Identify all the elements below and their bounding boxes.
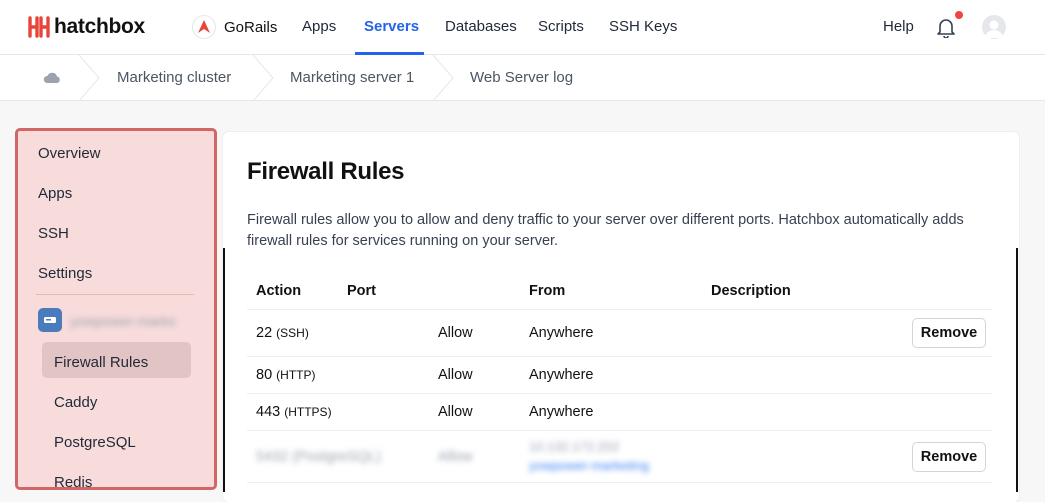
- nav-databases[interactable]: Databases: [445, 0, 517, 55]
- nav-ssh-keys[interactable]: SSH Keys: [609, 0, 677, 55]
- row-divider: [247, 393, 992, 394]
- sidebar-item-overview[interactable]: Overview: [38, 145, 101, 162]
- gorails-logo-icon: [192, 15, 216, 39]
- column-header-port: Port: [347, 283, 376, 299]
- page-description: Firewall rules allow you to allow and de…: [247, 212, 964, 249]
- rule-from-link[interactable]: yowpower-marketing: [529, 458, 649, 473]
- sidebar-item-ssh[interactable]: SSH: [38, 225, 69, 242]
- card-edge: [223, 248, 225, 492]
- card-edge: [1016, 248, 1018, 492]
- sidebar-item-redis[interactable]: Redis: [54, 474, 92, 487]
- sidebar-item-apps[interactable]: Apps: [38, 185, 72, 202]
- nav-servers[interactable]: Servers: [355, 0, 424, 55]
- breadcrumb-separator-icon: [432, 55, 454, 101]
- row-divider: [247, 309, 992, 310]
- sidebar-divider: [36, 294, 194, 295]
- rule-from: Anywhere: [529, 367, 594, 383]
- firewall-card: [223, 132, 1019, 502]
- rule-action: Allow: [438, 449, 473, 465]
- column-header-from: From: [529, 283, 566, 299]
- breadcrumb: Marketing cluster Marketing server 1 Web…: [0, 55, 1045, 101]
- brand-name: hatchbox: [54, 15, 145, 38]
- sidebar-item-settings[interactable]: Settings: [38, 265, 92, 282]
- sidebar: Overview Apps SSH Settings yowpower-mark…: [15, 128, 217, 490]
- column-header-action: Action: [256, 283, 302, 299]
- column-header-description: Description: [711, 283, 791, 299]
- avatar[interactable]: [982, 15, 1006, 39]
- user-icon: [985, 20, 1003, 38]
- cloud-icon[interactable]: [42, 69, 62, 87]
- remove-rule-button[interactable]: Remove: [912, 442, 986, 472]
- rule-port: 80 (HTTP): [256, 367, 316, 383]
- rule-port: 22 (SSH): [256, 325, 309, 341]
- rule-from: 10.132.172.202: [529, 439, 620, 454]
- top-nav: hatchbox GoRails Apps Servers Databases …: [0, 0, 1045, 55]
- server-name[interactable]: yowpower-marks: [70, 313, 176, 329]
- row-divider: [247, 482, 992, 483]
- remove-rule-button[interactable]: Remove: [912, 318, 986, 348]
- breadcrumb-separator-icon: [78, 55, 100, 101]
- page-title: Firewall Rules: [247, 158, 405, 185]
- sidebar-item-postgresql[interactable]: PostgreSQL: [54, 434, 136, 451]
- nav-scripts[interactable]: Scripts: [538, 0, 584, 55]
- rule-from: Anywhere: [529, 404, 594, 420]
- sidebar-item-firewall-rules[interactable]: Firewall Rules: [54, 354, 148, 371]
- team-name: GoRails: [224, 18, 278, 36]
- notification-dot: [955, 11, 963, 19]
- rule-action: Allow: [438, 404, 473, 420]
- help-link[interactable]: Help: [883, 0, 914, 54]
- hatchbox-logo-icon: [28, 16, 50, 38]
- breadcrumb-separator-icon: [252, 55, 274, 101]
- team-switcher[interactable]: GoRails: [192, 15, 277, 39]
- rule-port: 443 (HTTPS): [256, 404, 332, 420]
- rule-action: Allow: [438, 325, 473, 341]
- breadcrumb-server[interactable]: Marketing server 1: [290, 55, 414, 101]
- rule-from: Anywhere: [529, 325, 594, 341]
- bell-icon[interactable]: [935, 16, 957, 38]
- row-divider: [247, 430, 992, 431]
- breadcrumb-current[interactable]: Web Server log: [470, 55, 573, 101]
- breadcrumb-cluster[interactable]: Marketing cluster: [117, 55, 231, 101]
- row-divider: [247, 356, 992, 357]
- sidebar-item-caddy[interactable]: Caddy: [54, 394, 97, 411]
- nav-apps[interactable]: Apps: [302, 0, 336, 55]
- server-icon: [38, 308, 62, 332]
- rule-action: Allow: [438, 367, 473, 383]
- rule-port: 5432 (PostgreSQL): [256, 449, 381, 465]
- brand[interactable]: hatchbox: [28, 14, 145, 40]
